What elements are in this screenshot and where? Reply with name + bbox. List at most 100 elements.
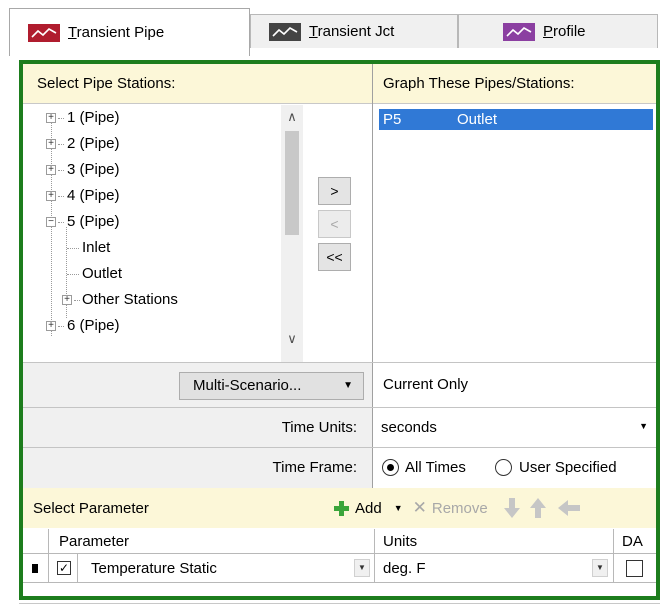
- dropdown-arrow-icon: ▼: [639, 421, 648, 431]
- remove-label: Remove: [431, 499, 488, 517]
- collapse-icon[interactable]: −: [46, 217, 56, 227]
- time-frame-options: All Times User Specified: [373, 448, 656, 488]
- tree-item-label: 1 (Pipe): [67, 109, 120, 126]
- time-units-select[interactable]: seconds ▼: [373, 408, 656, 447]
- row-selector[interactable]: [23, 554, 49, 583]
- parameter-toolbar: Add ▼ ✕ Remove: [334, 498, 580, 518]
- tree-connector: [58, 196, 64, 197]
- add-parameter-button[interactable]: Add ▼: [334, 500, 403, 517]
- units-cell[interactable]: deg. F ▼: [375, 554, 614, 583]
- column-header-da[interactable]: DA: [614, 529, 656, 554]
- time-frame-cell: Time Frame:: [23, 448, 372, 488]
- expand-icon[interactable]: +: [46, 113, 56, 123]
- table-row[interactable]: ✓ Temperature Static ▼: [49, 554, 375, 583]
- expand-icon[interactable]: +: [46, 321, 56, 331]
- pipe-id: P5: [383, 111, 402, 128]
- column-header-label: Parameter: [59, 533, 130, 550]
- parameter-value[interactable]: Temperature Static: [91, 560, 217, 577]
- tab-strip: Transient Pipe Transient Jct Profile: [0, 0, 671, 62]
- scrollbar-thumb[interactable]: [285, 131, 299, 235]
- tree-connector: [67, 248, 79, 249]
- remove-parameter-button[interactable]: ✕ Remove: [413, 498, 488, 518]
- all-times-radio[interactable]: [382, 459, 399, 476]
- tab-profile[interactable]: Profile: [458, 14, 658, 48]
- all-times-label[interactable]: All Times: [405, 459, 466, 476]
- graph-parameters-panel: Select Pipe Stations: Graph These Pipes/…: [19, 60, 660, 600]
- dropdown-arrow-icon[interactable]: ▼: [592, 559, 608, 577]
- current-scenario-value: Current Only: [383, 376, 469, 393]
- time-frame-label: Time Frame:: [272, 459, 357, 476]
- current-row-marker-icon: [32, 564, 38, 573]
- expand-icon[interactable]: +: [46, 139, 56, 149]
- add-label: Add: [355, 499, 382, 517]
- remove-all-stations-button[interactable]: <<: [318, 243, 351, 271]
- column-header-parameter[interactable]: Parameter: [49, 529, 375, 554]
- chart-line-gray-icon: [269, 22, 301, 41]
- select-pipe-stations-label: Select Pipe Stations:: [37, 75, 176, 92]
- tree-connector: [58, 326, 64, 327]
- column-header-label: Units: [383, 533, 418, 550]
- tab-label: Profile: [543, 23, 586, 40]
- tree-connector: [67, 274, 79, 275]
- units-value[interactable]: deg. F: [383, 560, 426, 577]
- dropdown-arrow-icon[interactable]: ▼: [394, 503, 403, 513]
- close-icon: ✕: [412, 498, 427, 517]
- tab-transient-pipe[interactable]: Transient Pipe: [9, 8, 250, 56]
- add-station-button[interactable]: >: [318, 177, 351, 205]
- expand-icon[interactable]: +: [46, 165, 56, 175]
- remove-station-button[interactable]: <: [318, 210, 351, 238]
- plus-icon: [334, 500, 349, 516]
- time-units-cell: Time Units:: [23, 408, 372, 447]
- tree-item-label: Outlet: [82, 265, 123, 282]
- tab-label: Transient Pipe: [68, 24, 165, 41]
- tree-item-label: 2 (Pipe): [67, 135, 120, 152]
- tree-connector: [51, 118, 52, 336]
- scenario-display: Current Only: [373, 364, 656, 406]
- time-units-label: Time Units:: [281, 419, 357, 436]
- tree-connector: [58, 170, 64, 171]
- column-header-label: DA: [622, 533, 643, 550]
- arrow-up-icon[interactable]: [529, 498, 546, 518]
- chart-line-purple-icon: [503, 22, 535, 41]
- tree-item-label: 5 (Pipe): [67, 213, 120, 230]
- arrow-down-icon[interactable]: [503, 498, 520, 518]
- multi-scenario-button[interactable]: Multi-Scenario... ▼: [179, 372, 364, 400]
- list-item[interactable]: P5 Outlet: [379, 109, 653, 130]
- tree-item-label: Inlet: [82, 239, 111, 256]
- tree-scrollbar[interactable]: ∧ ∨: [281, 105, 303, 362]
- user-specified-radio[interactable]: [495, 459, 512, 476]
- stations-header: Select Pipe Stations: Graph These Pipes/…: [23, 64, 656, 104]
- tab-transient-jct[interactable]: Transient Jct: [250, 14, 458, 48]
- user-specified-label[interactable]: User Specified: [519, 459, 617, 476]
- tree-connector: [58, 118, 64, 119]
- tree-item-label: 6 (Pipe): [67, 317, 120, 334]
- column-header-units[interactable]: Units: [375, 529, 614, 554]
- expand-icon[interactable]: +: [46, 191, 56, 201]
- time-units-value: seconds: [381, 419, 437, 436]
- pipe-station-tree[interactable]: + 1 (Pipe) + 2 (Pipe) + 3 (Pipe) + 4 (Pi…: [23, 105, 372, 362]
- tree-item-label: 4 (Pipe): [67, 187, 120, 204]
- tab-label: Transient Jct: [309, 23, 395, 40]
- dropdown-arrow-icon: ▼: [343, 380, 353, 391]
- row-header-corner: [23, 529, 49, 554]
- tree-connector: [74, 300, 80, 301]
- chevron-down-icon[interactable]: ∨: [281, 331, 303, 347]
- da-checkbox[interactable]: [626, 560, 643, 577]
- multi-scenario-label: Multi-Scenario...: [193, 377, 302, 394]
- divider: [19, 603, 660, 604]
- parameter-grid: Parameter Units DA ✓ Temperature Static …: [23, 529, 656, 596]
- chart-line-red-icon: [28, 23, 60, 42]
- chevron-up-icon[interactable]: ∧: [281, 109, 303, 125]
- arrow-left-icon[interactable]: [557, 500, 580, 516]
- expand-icon[interactable]: +: [62, 295, 72, 305]
- cell-divider: [77, 554, 78, 582]
- tree-connector: [58, 144, 64, 145]
- row-enabled-checkbox[interactable]: ✓: [57, 561, 71, 575]
- selected-stations-list[interactable]: P5 Outlet: [373, 105, 656, 362]
- tree-connector: [58, 222, 64, 223]
- graph-these-label: Graph These Pipes/Stations:: [383, 75, 575, 92]
- da-cell: [614, 554, 656, 583]
- dropdown-arrow-icon[interactable]: ▼: [354, 559, 370, 577]
- select-parameter-label: Select Parameter: [33, 500, 149, 517]
- tree-item-label: Other Stations: [82, 291, 178, 308]
